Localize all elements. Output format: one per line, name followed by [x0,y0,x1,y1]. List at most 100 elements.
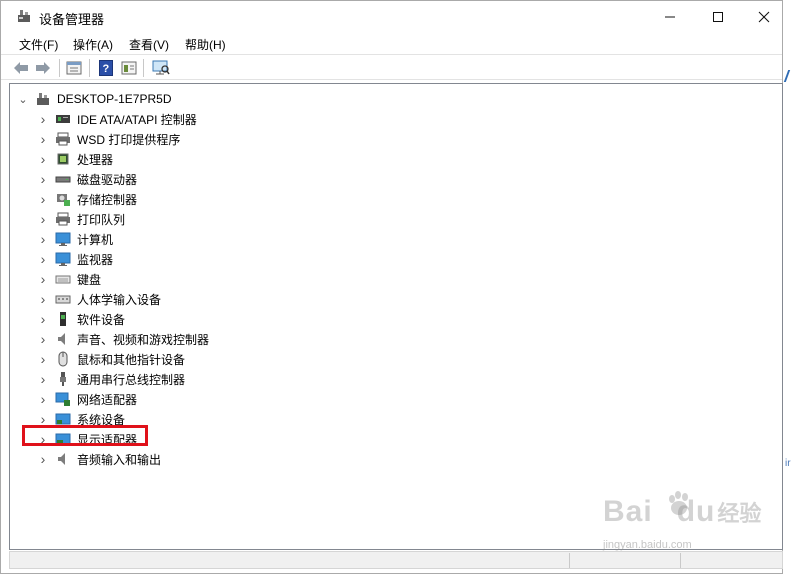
red-highlight-box [22,425,148,446]
watermark-cn: 经验 [717,501,762,526]
menu-bar: 文件(F) 操作(A) 查看(V) 帮助(H) [1,33,782,53]
tree-node-label: 计算机 [77,232,114,247]
background-window-edge [784,0,795,579]
ide-controller-icon [55,111,71,127]
tree-node[interactable]: › WSD 打印提供程序 [36,129,209,149]
disk-drive-icon [55,171,71,187]
mouse-icon [55,351,71,367]
close-button[interactable] [741,1,787,32]
tree-node[interactable]: › 声音、视频和游戏控制器 [36,329,209,349]
expand-caret-icon[interactable]: › [36,171,50,187]
forward-button[interactable] [34,59,52,76]
tree-node-label: 鼠标和其他指针设备 [77,352,186,367]
device-manager-window: 设备管理器 文件(F) 操作(A) 查看(V) 帮助(H) ? ⌄ DESKTO… [0,0,783,574]
monitor-icon [55,251,71,267]
expand-caret-icon[interactable]: › [36,451,50,467]
tree-node[interactable]: › 打印队列 [36,209,209,229]
tree-node[interactable]: › 通用串行总线控制器 [36,369,209,389]
close-icon [758,11,770,22]
tree-node[interactable]: › 网络适配器 [36,389,209,409]
keyboard-icon [55,271,71,287]
scan-hardware-button[interactable] [152,59,170,76]
tree-node-label: 打印队列 [77,212,126,227]
watermark-url: jingyan.baidu.com [603,539,692,551]
forward-arrow-icon [36,61,50,74]
tree-node[interactable]: › 软件设备 [36,309,209,329]
background-text: ir [785,458,791,469]
print-queue-icon [55,211,71,227]
tree-node[interactable]: › 磁盘驱动器 [36,169,209,189]
expand-caret-icon[interactable]: › [36,351,50,367]
tree-node[interactable]: › 音频输入和输出 [36,449,209,469]
tree-node-label: 人体学输入设备 [77,292,162,307]
tree-node[interactable]: › 鼠标和其他指针设备 [36,349,209,369]
baidu-watermark: Bai du经验 jingyan.baidu.com [603,491,762,551]
software-device-icon [55,311,71,327]
usb-icon [55,371,71,387]
tree-node-label: 键盘 [77,272,102,287]
properties-button[interactable] [65,59,83,76]
paw-logo-icon [669,491,688,515]
expand-caret-icon[interactable]: › [36,391,50,407]
computer-root-icon [35,91,51,107]
collapse-caret-icon[interactable]: ⌄ [16,93,30,106]
expand-caret-icon[interactable]: › [36,191,50,207]
tree-node-label: 网络适配器 [77,392,138,407]
update-driver-icon [121,61,137,74]
device-tree[interactable]: ⌄ DESKTOP-1E7PR5D › IDE ATA/ATAPI 控制器 › WSD… [9,83,783,550]
help-button[interactable]: ? [97,59,115,76]
tree-node[interactable]: › 处理器 [36,149,209,169]
window-title: 设备管理器 [39,12,105,27]
svg-text:?: ? [103,63,110,75]
storage-controller-icon [55,191,71,207]
menu-file[interactable]: 文件(F) [17,36,60,53]
back-arrow-icon [14,61,28,74]
menu-view[interactable]: 查看(V) [127,36,171,53]
title-bar[interactable]: 设备管理器 [1,1,782,32]
maximize-button[interactable] [695,1,741,32]
tree-node[interactable]: › 监视器 [36,249,209,269]
expand-caret-icon[interactable]: › [36,331,50,347]
hid-icon [55,291,71,307]
computer-icon [55,231,71,247]
menu-help[interactable]: 帮助(H) [183,36,228,53]
expand-caret-icon[interactable]: › [36,251,50,267]
tree-node[interactable]: › 人体学输入设备 [36,289,209,309]
tree-root-node[interactable]: ⌄ DESKTOP-1E7PR5D [16,90,172,108]
expand-caret-icon[interactable]: › [36,271,50,287]
toolbar: ? [1,54,782,80]
maximize-icon [713,11,723,22]
expand-caret-icon[interactable]: › [36,291,50,307]
help-icon: ? [99,59,113,76]
expand-caret-icon[interactable]: › [36,211,50,227]
minimize-icon [665,16,675,17]
tree-node-label: 处理器 [77,152,114,167]
tree-node-label: 磁盘驱动器 [77,172,138,187]
properties-icon [66,61,82,74]
audio-io-icon [55,451,71,467]
scan-hardware-icon [152,60,170,74]
back-button[interactable] [12,59,30,76]
tree-node-label: 存储控制器 [77,192,138,207]
printer-icon [55,131,71,147]
expand-caret-icon[interactable]: › [36,371,50,387]
minimize-button[interactable] [647,1,693,32]
tree-node-label: 声音、视频和游戏控制器 [77,332,210,347]
tree-node[interactable]: › 键盘 [36,269,209,289]
expand-caret-icon[interactable]: › [36,151,50,167]
tree-node[interactable]: › IDE ATA/ATAPI 控制器 [36,109,209,129]
network-adapter-icon [55,391,71,407]
update-driver-button[interactable] [120,59,138,76]
tree-node-label: 音频输入和输出 [77,452,162,467]
expand-caret-icon[interactable]: › [36,311,50,327]
menu-action[interactable]: 操作(A) [71,36,115,53]
device-manager-icon [16,8,32,24]
tree-node-label: WSD 打印提供程序 [77,132,181,147]
expand-caret-icon[interactable]: › [36,131,50,147]
processor-icon [55,151,71,167]
expand-caret-icon[interactable]: › [36,231,50,247]
root-label: DESKTOP-1E7PR5D [57,92,172,106]
expand-caret-icon[interactable]: › [36,111,50,127]
tree-node[interactable]: › 存储控制器 [36,189,209,209]
tree-node[interactable]: › 计算机 [36,229,209,249]
